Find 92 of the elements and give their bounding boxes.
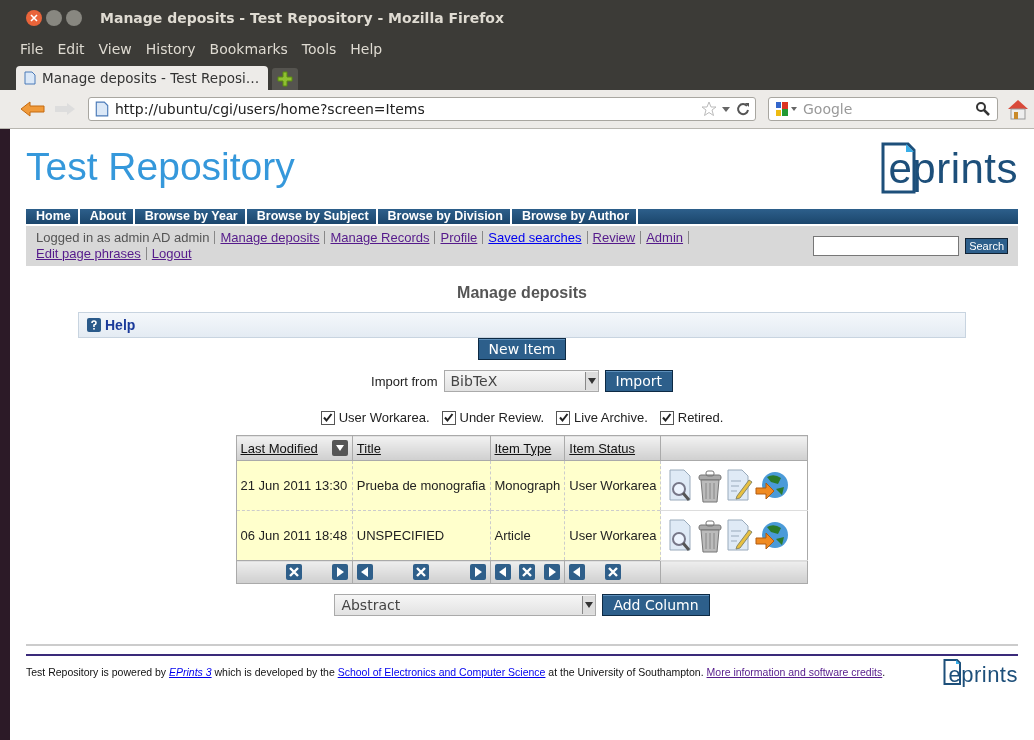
- edit-icon[interactable]: [725, 518, 754, 553]
- home-icon[interactable]: [1006, 97, 1030, 121]
- search-engine-icon[interactable]: [776, 102, 788, 116]
- star-icon[interactable]: [701, 101, 717, 117]
- footer-link[interactable]: EPrints 3: [169, 666, 212, 678]
- table-cell: Article: [490, 510, 565, 561]
- column-header-link[interactable]: Last Modified: [240, 440, 318, 456]
- footer-text: Test Repository is powered by EPrints 3 which is developed by the School of Electronics and Computer Science at the University of Southampton. More information and software credits.: [26, 666, 886, 678]
- maximize-button[interactable]: [66, 9, 82, 26]
- nav-link[interactable]: Browse by Author: [511, 209, 639, 224]
- footer-link[interactable]: School of Electronics and Computer Science: [337, 666, 546, 678]
- table-cell: User Workarea: [564, 510, 661, 561]
- user-link[interactable]: Profile: [440, 230, 478, 245]
- table-cell: UNSPECIFIED: [352, 510, 490, 561]
- column-header-link[interactable]: Item Type: [494, 440, 552, 456]
- menu-item[interactable]: View: [98, 41, 132, 57]
- menu-item[interactable]: Tools: [301, 41, 337, 57]
- checkbox[interactable]: [320, 410, 335, 425]
- window-title: Manage deposits - Test Repository - Mozilla Firefox: [100, 9, 504, 26]
- checkbox-label: Under Review.: [459, 410, 545, 425]
- plus-icon: [277, 71, 293, 87]
- search-button[interactable]: Search: [965, 238, 1008, 254]
- sort-descending-icon[interactable]: [331, 440, 348, 456]
- checkbox[interactable]: [659, 410, 674, 425]
- remove-column-icon[interactable]: [519, 564, 536, 580]
- new-item-button[interactable]: New Item: [477, 338, 567, 360]
- user-link[interactable]: Manage deposits: [220, 230, 320, 245]
- user-link[interactable]: Admin: [646, 230, 684, 245]
- nav-link[interactable]: Browse by Division: [377, 209, 512, 224]
- reload-icon[interactable]: [735, 101, 751, 117]
- page-icon: [95, 101, 109, 117]
- address-field[interactable]: http://ubuntu/cgi/users/home?screen=Items: [88, 97, 756, 121]
- move-left-icon[interactable]: [494, 564, 511, 580]
- checkbox-label: Live Archive.: [574, 410, 648, 425]
- remove-column-icon[interactable]: [413, 564, 430, 580]
- move-left-icon[interactable]: [356, 564, 373, 580]
- dropdown-icon[interactable]: [721, 105, 731, 113]
- table-cell: 06 Jun 2011 18:48: [236, 510, 353, 561]
- browser-tab[interactable]: Manage deposits - Test Reposi…: [16, 66, 268, 90]
- column-header-link[interactable]: Title: [356, 440, 381, 456]
- dropdown-icon[interactable]: [791, 107, 797, 111]
- user-link[interactable]: Review: [592, 230, 636, 245]
- login-status: Logged in as admin AD admin: [36, 230, 210, 245]
- import-label: Import from: [371, 373, 438, 389]
- page-icon: [24, 71, 36, 85]
- nav-link[interactable]: Browse by Subject: [246, 209, 378, 224]
- menu-item[interactable]: File: [20, 41, 44, 57]
- import-button[interactable]: Import: [604, 370, 673, 392]
- site-search-field[interactable]: [813, 236, 960, 256]
- import-format-select[interactable]: BibTeX: [443, 370, 599, 392]
- nav-link[interactable]: About: [79, 209, 135, 224]
- menu-item[interactable]: History: [145, 41, 196, 57]
- user-link[interactable]: Saved searches: [488, 230, 582, 245]
- move-right-icon[interactable]: [469, 564, 486, 580]
- search-icon[interactable]: [975, 101, 991, 117]
- edit-icon[interactable]: [725, 468, 754, 503]
- trash-icon[interactable]: [696, 468, 725, 503]
- back-icon[interactable]: [20, 100, 46, 118]
- trash-icon[interactable]: [696, 518, 725, 553]
- move-right-icon[interactable]: [544, 564, 561, 580]
- nav-link[interactable]: Home: [26, 209, 80, 224]
- menu-item[interactable]: Help: [350, 41, 383, 57]
- table-cell: 21 Jun 2011 13:30: [236, 460, 353, 511]
- close-button[interactable]: [26, 9, 42, 26]
- table-cell: Prueba de monografia: [352, 460, 490, 511]
- column-header-link[interactable]: Item Status: [569, 440, 636, 456]
- checkbox[interactable]: [441, 410, 456, 425]
- add-column-button[interactable]: Add Column: [602, 594, 710, 616]
- help-link[interactable]: Help: [105, 317, 136, 333]
- menu-item[interactable]: Bookmarks: [209, 41, 288, 57]
- checkbox[interactable]: [556, 410, 571, 425]
- table-cell: Monograph: [490, 460, 565, 511]
- move-left-icon[interactable]: [569, 564, 586, 580]
- help-icon: [87, 318, 101, 332]
- new-tab-button[interactable]: [272, 68, 298, 90]
- nav-link[interactable]: Browse by Year: [134, 209, 247, 224]
- page-title: Manage deposits: [456, 284, 588, 302]
- remove-column-icon[interactable]: [286, 564, 303, 580]
- menu-item[interactable]: Edit: [57, 41, 85, 57]
- dropdown-icon[interactable]: [585, 602, 594, 608]
- checkbox-label: User Workarea.: [338, 410, 430, 425]
- checkbox-label: Retired.: [677, 410, 724, 425]
- user-link[interactable]: Manage Records: [330, 230, 430, 245]
- user-link[interactable]: Edit page phrases: [36, 246, 141, 261]
- close-icon: [30, 13, 38, 22]
- remove-column-icon[interactable]: [604, 564, 621, 580]
- dropdown-icon[interactable]: [587, 378, 596, 384]
- move-right-icon[interactable]: [331, 564, 348, 580]
- user-link[interactable]: Logout: [151, 246, 192, 261]
- table-cell: User Workarea: [564, 460, 661, 511]
- column-select[interactable]: Abstract: [334, 594, 597, 616]
- help-bar[interactable]: Help: [78, 312, 966, 338]
